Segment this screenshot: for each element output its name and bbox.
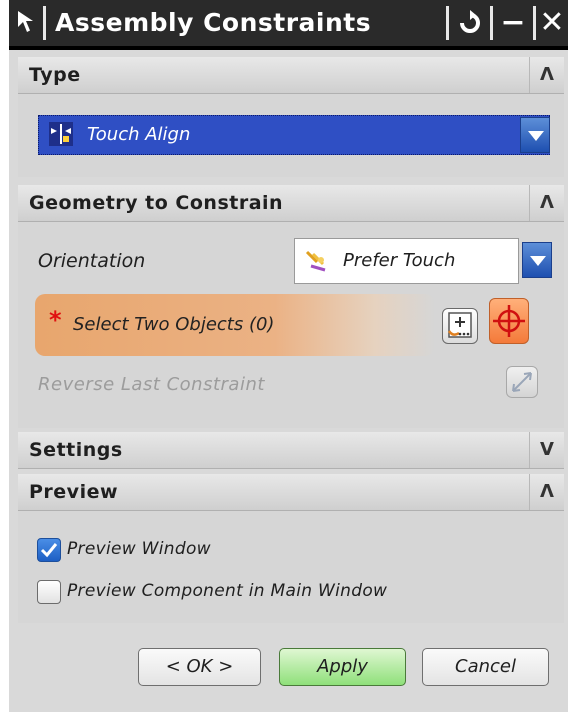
reverse-last-constraint-label: Reverse Last Constraint: [38, 374, 265, 395]
close-button[interactable]: ✕: [536, 4, 568, 42]
preview-section-header[interactable]: Preview Λ: [18, 474, 564, 511]
section-title-preview: Preview: [29, 481, 119, 503]
assembly-constraints-dialog: Assembly Constraints − ✕ Type Λ Touch Al…: [9, 0, 568, 712]
touch-align-icon: [49, 122, 73, 146]
reset-button[interactable]: [452, 4, 488, 42]
preview-window-checkbox[interactable]: [37, 538, 61, 562]
title-bar[interactable]: Assembly Constraints − ✕: [9, 0, 568, 50]
title-separator: [446, 6, 449, 40]
orientation-value: Prefer Touch: [343, 250, 456, 271]
expand-settings-toggle[interactable]: V: [529, 432, 564, 468]
select-objects-row[interactable]: * Select Two Objects (0): [35, 294, 435, 356]
geometry-section-header[interactable]: Geometry to Constrain Λ: [18, 185, 564, 222]
cursor-arrow-icon[interactable]: [15, 8, 39, 36]
prefer-touch-icon: [305, 250, 326, 272]
apply-button[interactable]: Apply: [279, 648, 406, 686]
chevron-down-icon: [530, 256, 546, 266]
type-dropdown-button[interactable]: [520, 117, 550, 153]
constraint-type-value: Touch Align: [87, 124, 191, 145]
orientation-dropdown[interactable]: Prefer Touch: [294, 238, 519, 284]
orientation-label: Orientation: [38, 250, 146, 272]
type-section-header[interactable]: Type Λ: [18, 57, 564, 94]
section-title-geometry: Geometry to Constrain: [29, 192, 284, 214]
collapse-type-toggle[interactable]: Λ: [529, 57, 564, 93]
required-asterisk: *: [49, 306, 62, 334]
section-title-settings: Settings: [29, 439, 123, 461]
preview-component-label: Preview Component in Main Window: [67, 581, 388, 601]
ok-button[interactable]: < OK >: [138, 648, 261, 686]
orientation-dropdown-button[interactable]: [522, 242, 552, 278]
add-objects-button[interactable]: [442, 308, 478, 344]
reverse-arrows-icon: [512, 372, 532, 392]
collapse-preview-toggle[interactable]: Λ: [529, 474, 564, 510]
dialog-title: Assembly Constraints: [55, 8, 372, 37]
cancel-button[interactable]: Cancel: [422, 648, 549, 686]
settings-section-header[interactable]: Settings V: [18, 432, 564, 469]
minimize-button[interactable]: −: [495, 4, 531, 42]
select-objects-label: Select Two Objects (0): [73, 314, 275, 335]
checkmark-icon: [40, 543, 58, 558]
title-separator: [490, 6, 493, 40]
preview-section-body: [18, 511, 564, 623]
title-separator: [43, 6, 46, 40]
add-objects-icon: [447, 312, 472, 338]
chevron-down-icon: [528, 131, 544, 141]
constraint-type-dropdown[interactable]: Touch Align: [38, 115, 550, 155]
crosshair-icon: [493, 305, 525, 337]
preview-component-checkbox[interactable]: [37, 580, 61, 604]
preview-window-label: Preview Window: [67, 539, 211, 559]
select-target-button[interactable]: [489, 298, 529, 344]
section-title-type: Type: [29, 64, 81, 86]
reset-icon: [460, 10, 480, 33]
reverse-last-constraint-button[interactable]: [506, 366, 538, 398]
collapse-geometry-toggle[interactable]: Λ: [529, 185, 564, 221]
